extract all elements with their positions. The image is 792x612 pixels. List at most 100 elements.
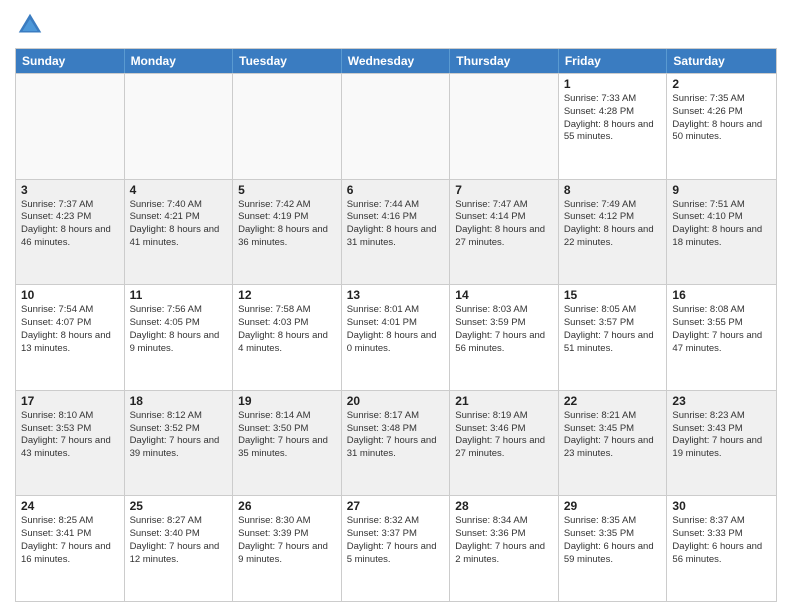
day-number: 26 [238,499,336,513]
logo-icon [15,10,45,40]
day-number: 11 [130,288,228,302]
header-cell-sunday: Sunday [16,49,125,73]
header [15,10,777,40]
week-row-2: 10 Sunrise: 7:54 AM Sunset: 4:07 PM Dayli… [16,284,776,390]
day-cell-14: 14 Sunrise: 8:03 AM Sunset: 3:59 PM Dayli… [450,285,559,390]
logo [15,10,49,40]
day-number: 10 [21,288,119,302]
empty-cell [125,74,234,179]
day-detail: Sunrise: 8:30 AM Sunset: 3:39 PM Dayligh… [238,515,336,566]
day-number: 16 [672,288,771,302]
day-detail: Sunrise: 8:27 AM Sunset: 3:40 PM Dayligh… [130,515,228,566]
day-cell-15: 15 Sunrise: 8:05 AM Sunset: 3:57 PM Dayli… [559,285,668,390]
day-number: 2 [672,77,771,91]
header-cell-wednesday: Wednesday [342,49,451,73]
week-row-1: 3Sunrise: 7:37 AM Sunset: 4:23 PM Daylig… [16,179,776,285]
day-cell-11: 11 Sunrise: 7:56 AM Sunset: 4:05 PM Dayli… [125,285,234,390]
day-number: 28 [455,499,553,513]
day-cell-3: 3Sunrise: 7:37 AM Sunset: 4:23 PM Daylig… [16,180,125,285]
day-number: 24 [21,499,119,513]
day-cell-13: 13Sunrise: 8:01 AM Sunset: 4:01 PM Dayli… [342,285,451,390]
day-detail: Sunrise: 7:33 AM Sunset: 4:28 PM Dayligh… [564,93,662,144]
day-detail: Sunrise: 7:56 AM Sunset: 4:05 PM Dayligh… [130,304,228,355]
day-cell-8: 8 Sunrise: 7:49 AM Sunset: 4:12 PM Daylig… [559,180,668,285]
empty-cell [233,74,342,179]
day-detail: Sunrise: 8:14 AM Sunset: 3:50 PM Dayligh… [238,410,336,461]
day-number: 27 [347,499,445,513]
day-detail: Sunrise: 8:34 AM Sunset: 3:36 PM Dayligh… [455,515,553,566]
day-number: 6 [347,183,445,197]
day-cell-29: 29 Sunrise: 8:35 AM Sunset: 3:35 PM Dayli… [559,496,668,601]
day-detail: Sunrise: 7:47 AM Sunset: 4:14 PM Dayligh… [455,199,553,250]
day-number: 21 [455,394,553,408]
header-cell-friday: Friday [559,49,668,73]
calendar: SundayMondayTuesdayWednesdayThursdayFrid… [15,48,777,602]
day-cell-22: 22 Sunrise: 8:21 AM Sunset: 3:45 PM Dayli… [559,391,668,496]
day-number: 25 [130,499,228,513]
day-detail: Sunrise: 8:23 AM Sunset: 3:43 PM Dayligh… [672,410,771,461]
day-cell-2: 2 Sunrise: 7:35 AM Sunset: 4:26 PM Daylig… [667,74,776,179]
day-number: 5 [238,183,336,197]
day-cell-10: 10 Sunrise: 7:54 AM Sunset: 4:07 PM Dayli… [16,285,125,390]
day-number: 4 [130,183,228,197]
day-detail: Sunrise: 8:01 AM Sunset: 4:01 PM Dayligh… [347,304,445,355]
day-cell-1: 1 Sunrise: 7:33 AM Sunset: 4:28 PM Daylig… [559,74,668,179]
day-cell-5: 5 Sunrise: 7:42 AM Sunset: 4:19 PM Daylig… [233,180,342,285]
header-cell-tuesday: Tuesday [233,49,342,73]
day-detail: Sunrise: 7:42 AM Sunset: 4:19 PM Dayligh… [238,199,336,250]
day-number: 12 [238,288,336,302]
day-detail: Sunrise: 8:10 AM Sunset: 3:53 PM Dayligh… [21,410,119,461]
day-detail: Sunrise: 7:51 AM Sunset: 4:10 PM Dayligh… [672,199,771,250]
day-detail: Sunrise: 7:40 AM Sunset: 4:21 PM Dayligh… [130,199,228,250]
day-detail: Sunrise: 8:25 AM Sunset: 3:41 PM Dayligh… [21,515,119,566]
day-number: 20 [347,394,445,408]
day-detail: Sunrise: 8:08 AM Sunset: 3:55 PM Dayligh… [672,304,771,355]
day-number: 18 [130,394,228,408]
day-number: 23 [672,394,771,408]
day-cell-30: 30 Sunrise: 8:37 AM Sunset: 3:33 PM Dayli… [667,496,776,601]
calendar-body: 1 Sunrise: 7:33 AM Sunset: 4:28 PM Daylig… [16,73,776,601]
day-cell-12: 12 Sunrise: 7:58 AM Sunset: 4:03 PM Dayli… [233,285,342,390]
page: SundayMondayTuesdayWednesdayThursdayFrid… [0,0,792,612]
day-cell-24: 24 Sunrise: 8:25 AM Sunset: 3:41 PM Dayli… [16,496,125,601]
day-number: 22 [564,394,662,408]
day-detail: Sunrise: 8:19 AM Sunset: 3:46 PM Dayligh… [455,410,553,461]
day-number: 3 [21,183,119,197]
day-cell-20: 20 Sunrise: 8:17 AM Sunset: 3:48 PM Dayli… [342,391,451,496]
day-cell-28: 28 Sunrise: 8:34 AM Sunset: 3:36 PM Dayli… [450,496,559,601]
day-cell-19: 19 Sunrise: 8:14 AM Sunset: 3:50 PM Dayli… [233,391,342,496]
day-detail: Sunrise: 8:05 AM Sunset: 3:57 PM Dayligh… [564,304,662,355]
day-detail: Sunrise: 7:44 AM Sunset: 4:16 PM Dayligh… [347,199,445,250]
day-detail: Sunrise: 7:54 AM Sunset: 4:07 PM Dayligh… [21,304,119,355]
day-number: 30 [672,499,771,513]
day-number: 8 [564,183,662,197]
day-cell-9: 9 Sunrise: 7:51 AM Sunset: 4:10 PM Daylig… [667,180,776,285]
day-number: 17 [21,394,119,408]
day-detail: Sunrise: 8:03 AM Sunset: 3:59 PM Dayligh… [455,304,553,355]
day-number: 29 [564,499,662,513]
day-cell-6: 6 Sunrise: 7:44 AM Sunset: 4:16 PM Daylig… [342,180,451,285]
day-detail: Sunrise: 8:17 AM Sunset: 3:48 PM Dayligh… [347,410,445,461]
day-detail: Sunrise: 7:58 AM Sunset: 4:03 PM Dayligh… [238,304,336,355]
day-cell-27: 27 Sunrise: 8:32 AM Sunset: 3:37 PM Dayli… [342,496,451,601]
day-number: 1 [564,77,662,91]
day-number: 14 [455,288,553,302]
day-cell-23: 23 Sunrise: 8:23 AM Sunset: 3:43 PM Dayli… [667,391,776,496]
empty-cell [16,74,125,179]
day-cell-25: 25 Sunrise: 8:27 AM Sunset: 3:40 PM Dayli… [125,496,234,601]
header-cell-saturday: Saturday [667,49,776,73]
day-cell-7: 7Sunrise: 7:47 AM Sunset: 4:14 PM Daylig… [450,180,559,285]
empty-cell [342,74,451,179]
day-number: 9 [672,183,771,197]
day-detail: Sunrise: 7:35 AM Sunset: 4:26 PM Dayligh… [672,93,771,144]
week-row-0: 1 Sunrise: 7:33 AM Sunset: 4:28 PM Daylig… [16,73,776,179]
day-detail: Sunrise: 8:35 AM Sunset: 3:35 PM Dayligh… [564,515,662,566]
day-cell-26: 26 Sunrise: 8:30 AM Sunset: 3:39 PM Dayli… [233,496,342,601]
day-detail: Sunrise: 8:32 AM Sunset: 3:37 PM Dayligh… [347,515,445,566]
day-detail: Sunrise: 7:49 AM Sunset: 4:12 PM Dayligh… [564,199,662,250]
day-detail: Sunrise: 8:37 AM Sunset: 3:33 PM Dayligh… [672,515,771,566]
empty-cell [450,74,559,179]
day-number: 19 [238,394,336,408]
day-number: 15 [564,288,662,302]
day-detail: Sunrise: 8:21 AM Sunset: 3:45 PM Dayligh… [564,410,662,461]
